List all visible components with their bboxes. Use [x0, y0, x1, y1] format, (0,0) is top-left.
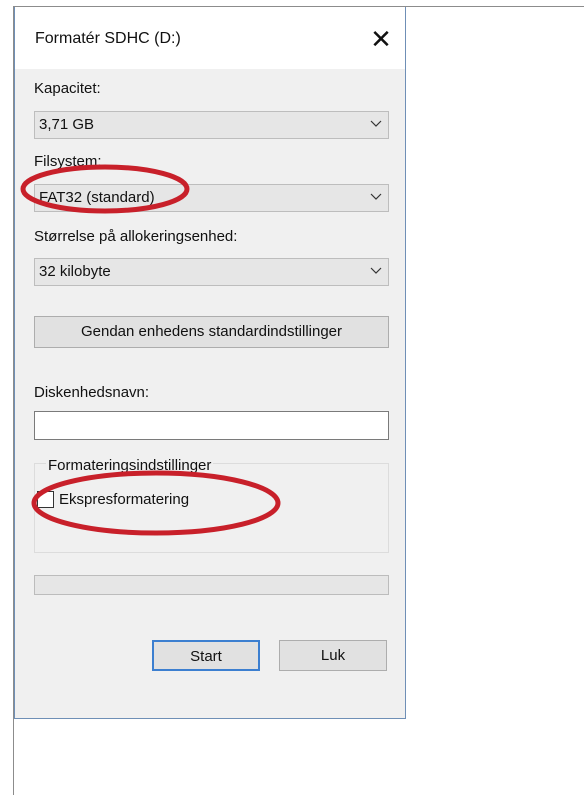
chevron-down-icon [370, 193, 382, 200]
close-symbol: ✕ [370, 23, 392, 54]
capacity-select[interactable]: 3,71 GB [34, 111, 389, 139]
allocation-select[interactable]: 32 kilobyte [34, 258, 389, 286]
allocation-value: 32 kilobyte [39, 263, 111, 280]
filesystem-label: Filsystem: [34, 153, 102, 170]
format-dialog: Formatér SDHC (D:) ✕ Kapacitet: 3,71 GB … [14, 7, 406, 719]
format-options-legend: Formateringsindstillinger [46, 457, 214, 474]
filesystem-value: FAT32 (standard) [39, 189, 155, 206]
start-button[interactable]: Start [152, 640, 260, 671]
close-icon[interactable]: ✕ [361, 19, 401, 59]
close-button[interactable]: Luk [279, 640, 387, 671]
capacity-value: 3,71 GB [39, 116, 95, 133]
quick-format-label[interactable]: Ekspresformatering [59, 491, 189, 508]
format-options-group [34, 463, 389, 553]
window-title: Formatér SDHC (D:) [35, 30, 181, 47]
chevron-down-icon [370, 120, 382, 127]
capacity-label: Kapacitet: [34, 80, 101, 97]
restore-defaults-button[interactable]: Gendan enhedens standardindstillinger [34, 316, 389, 348]
volume-label: Diskenhedsnavn: [34, 384, 150, 401]
chevron-down-icon [370, 267, 382, 274]
volume-label-input[interactable] [34, 411, 389, 440]
title-bar: Formatér SDHC (D:) ✕ [15, 7, 405, 69]
filesystem-select[interactable]: FAT32 (standard) [34, 184, 389, 212]
quick-format-checkbox[interactable] [37, 491, 54, 508]
progress-bar [34, 575, 389, 595]
allocation-label: Størrelse på allokeringsenhed: [34, 228, 238, 245]
